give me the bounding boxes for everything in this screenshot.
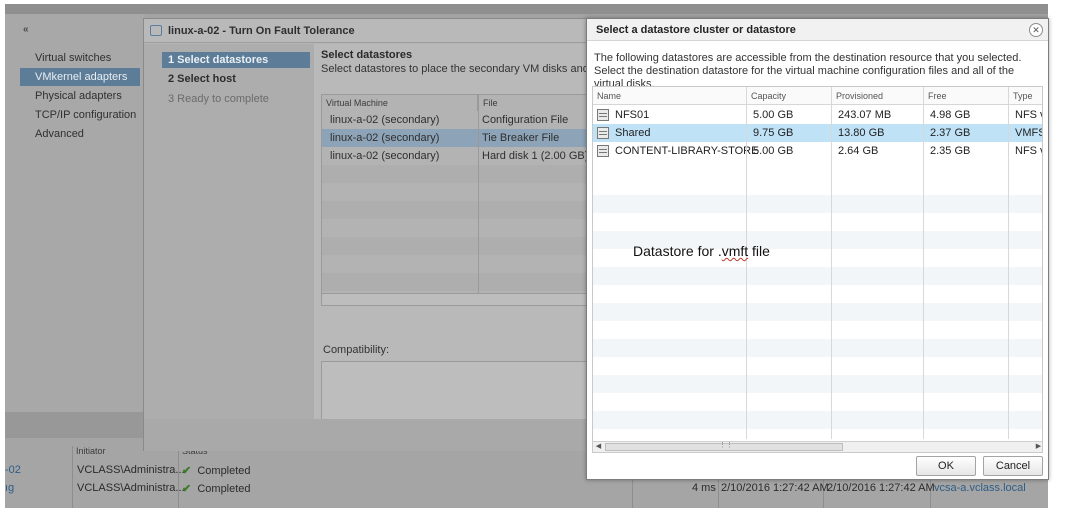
dialog-title: Select a datastore cluster or datastore <box>587 19 1048 41</box>
step-ready-to-complete: 3 Ready to complete <box>168 93 269 105</box>
datastore-name: Shared <box>615 127 651 139</box>
vm-files-grid: Virtual Machine File linux-a-02 (seconda… <box>321 94 592 306</box>
task-duration: 4 ms <box>692 482 716 494</box>
task-status-label: Completed <box>197 465 251 477</box>
datastore-free: 2.37 GB <box>930 127 971 139</box>
fault-tolerance-wizard: linux-a-02 - Turn On Fault Tolerance 1 S… <box>143 18 681 451</box>
datastore-row[interactable]: CONTENT-LIBRARY-STORE 5.00 GB 2.64 GB 2.… <box>593 142 1042 160</box>
nav-item-tcpip-configuration[interactable]: TCP/IP configuration <box>20 106 140 124</box>
datastore-name: CONTENT-LIBRARY-STORE <box>615 145 759 157</box>
annotation-text: Datastore for .vmft file <box>633 243 770 259</box>
datastore-capacity: 9.75 GB <box>753 127 794 139</box>
table-row[interactable]: linux-a-02 (secondary) Hard disk 1 (2.00… <box>322 147 591 165</box>
datastore-type: NFS v3 <box>1015 145 1042 157</box>
datastore-row[interactable]: Shared 9.75 GB 13.80 GB 2.37 GB VMFS <box>593 124 1043 142</box>
task-status-label: Completed <box>197 483 251 495</box>
datastore-type: NFS v3 <box>1015 109 1042 121</box>
task-initiator: VCLASS\Administra... <box>77 482 185 494</box>
column-header-name[interactable]: Name <box>593 87 621 105</box>
check-icon: ✔ <box>182 465 192 477</box>
column-header-free[interactable]: Free <box>924 87 947 105</box>
wizard-footer <box>144 419 592 451</box>
wizard-main-panel: Select datastores Select datastores to p… <box>314 44 681 431</box>
datastore-provisioned: 2.64 GB <box>838 145 879 157</box>
task-target-link[interactable]: ıg <box>5 482 14 494</box>
dialog-title-text: Select a datastore cluster or datastore <box>596 24 796 36</box>
annotation-squiggle-word: vmft <box>721 243 749 259</box>
scroll-right-icon[interactable]: ▶ <box>1033 442 1042 452</box>
annotation-prefix: Datastore for . <box>633 243 722 259</box>
file-cell: Configuration File <box>482 114 569 126</box>
datastore-provisioned: 243.07 MB <box>838 109 892 121</box>
column-header-virtual-machine[interactable]: Virtual Machine <box>322 95 478 111</box>
nav-item-vmkernel-adapters[interactable]: VMkernel adapters <box>20 68 140 86</box>
datastore-free: 2.35 GB <box>930 145 971 157</box>
task-server-link[interactable]: vcsa-a.vclass.local <box>934 482 1026 494</box>
horizontal-scrollbar[interactable] <box>322 293 591 305</box>
wizard-title: linux-a-02 - Turn On Fault Tolerance <box>168 25 355 37</box>
task-completed-time: 2/10/2016 1:27:42 AM <box>827 482 935 494</box>
close-icon[interactable]: ✕ <box>1029 23 1043 37</box>
nav-item-advanced[interactable]: Advanced <box>20 125 140 143</box>
datastore-name: NFS01 <box>615 109 650 121</box>
nav-item-physical-adapters[interactable]: Physical adapters <box>20 87 140 105</box>
column-header-type[interactable]: Type <box>1009 87 1033 105</box>
file-cell: Tie Breaker File <box>482 132 560 144</box>
scroll-grip-icon: ⋮⋮ <box>719 442 733 449</box>
datastore-grid: Name Capacity Provisioned Free Type NFS0… <box>592 86 1043 453</box>
column-header-initiator[interactable]: Initiator <box>76 446 106 456</box>
horizontal-scrollbar[interactable]: ◀ ⋮⋮ ▶ <box>593 441 1042 452</box>
datastore-free: 4.98 GB <box>930 109 971 121</box>
datastore-capacity: 5.00 GB <box>753 109 794 121</box>
vm-name-cell: linux-a-02 (secondary) <box>330 114 440 126</box>
file-cell: Hard disk 1 (2.00 GB) <box>482 150 589 162</box>
task-initiator: VCLASS\Administra... <box>77 464 185 476</box>
ok-button[interactable]: OK <box>916 456 976 476</box>
vm-name-cell: linux-a-02 (secondary) <box>330 132 440 144</box>
task-status: ✔ Completed <box>182 482 251 495</box>
vm-icon <box>150 25 162 36</box>
check-icon: ✔ <box>182 483 192 495</box>
step-select-datastores[interactable]: 1 Select datastores <box>162 52 310 68</box>
datastore-provisioned: 13.80 GB <box>838 127 885 139</box>
vm-name-cell: linux-a-02 (secondary) <box>330 150 440 162</box>
column-header-capacity[interactable]: Capacity <box>747 87 786 105</box>
compatibility-label: Compatibility: <box>323 344 390 356</box>
nav-item-virtual-switches[interactable]: Virtual switches <box>20 49 140 67</box>
page-title: Select datastores <box>321 49 413 61</box>
column-header-file[interactable]: File <box>479 95 591 111</box>
top-bar <box>5 4 1048 14</box>
column-header-provisioned[interactable]: Provisioned <box>832 87 883 105</box>
wizard-steps: 1 Select datastores 2 Select host 3 Read… <box>144 44 314 419</box>
cancel-button[interactable]: Cancel <box>983 456 1043 476</box>
task-queued-time: 2/10/2016 1:27:42 AM <box>721 482 829 494</box>
table-row[interactable]: linux-a-02 (secondary) Tie Breaker File <box>322 129 591 147</box>
grid-header: Name Capacity Provisioned Free Type <box>593 87 1042 105</box>
sidebar: « Virtual switches VMkernel adapters Phy… <box>5 14 145 412</box>
scroll-left-icon[interactable]: ◀ <box>593 442 604 452</box>
task-status: ✔ Completed <box>182 464 251 477</box>
datastore-capacity: 5.00 GB <box>753 145 794 157</box>
step-select-host[interactable]: 2 Select host <box>162 71 310 87</box>
double-chevron-left-icon[interactable]: « <box>23 24 29 35</box>
table-row[interactable]: linux-a-02 (secondary) Configuration Fil… <box>322 111 591 129</box>
datastore-row[interactable]: NFS01 5.00 GB 243.07 MB 4.98 GB NFS v3 <box>593 106 1042 124</box>
task-target-link[interactable]: -02 <box>5 464 21 476</box>
datastore-type: VMFS <box>1015 127 1043 139</box>
wizard-title-bar: linux-a-02 - Turn On Fault Tolerance <box>144 19 592 43</box>
annotation-suffix: file <box>748 243 770 259</box>
